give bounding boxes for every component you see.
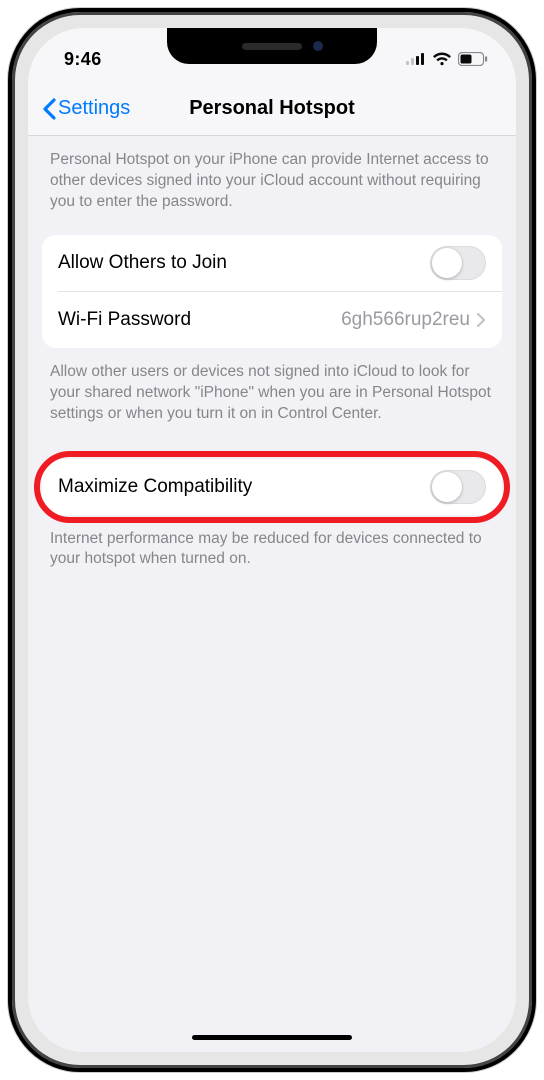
settings-group-1: Allow Others to Join Wi-Fi Password 6gh5… [42, 235, 502, 348]
content: Personal Hotspot on your iPhone can prov… [28, 136, 516, 578]
wifi-password-row[interactable]: Wi-Fi Password 6gh566rup2reu [42, 292, 502, 348]
maximize-compatibility-label: Maximize Compatibility [58, 476, 252, 498]
allow-others-row[interactable]: Allow Others to Join [42, 235, 502, 291]
battery-icon [458, 52, 488, 66]
allow-others-label: Allow Others to Join [58, 252, 227, 274]
status-icons [406, 52, 488, 66]
wifi-password-label: Wi-Fi Password [58, 309, 191, 331]
allow-others-toggle[interactable] [430, 246, 486, 280]
cellular-icon [406, 53, 426, 65]
back-label: Settings [58, 97, 130, 120]
nav-bar: Settings Personal Hotspot [28, 82, 516, 136]
intro-description: Personal Hotspot on your iPhone can prov… [28, 136, 516, 221]
maximize-compatibility-toggle[interactable] [430, 470, 486, 504]
device-frame: 9:46 [8, 8, 536, 1072]
screen: 9:46 [28, 28, 516, 1052]
maximize-compatibility-row[interactable]: Maximize Compatibility [42, 459, 502, 515]
notch [167, 28, 377, 64]
chevron-right-icon [476, 312, 486, 328]
allow-others-footer: Allow other users or devices not signed … [28, 348, 516, 433]
wifi-password-value: 6gh566rup2reu [341, 309, 470, 331]
home-indicator[interactable] [192, 1035, 352, 1040]
status-time: 9:46 [64, 49, 102, 70]
back-button[interactable]: Settings [42, 97, 130, 120]
chevron-left-icon [42, 98, 56, 120]
wifi-icon [432, 52, 452, 66]
maximize-compatibility-footer: Internet performance may be reduced for … [28, 515, 516, 579]
settings-group-2: Maximize Compatibility [42, 459, 502, 515]
